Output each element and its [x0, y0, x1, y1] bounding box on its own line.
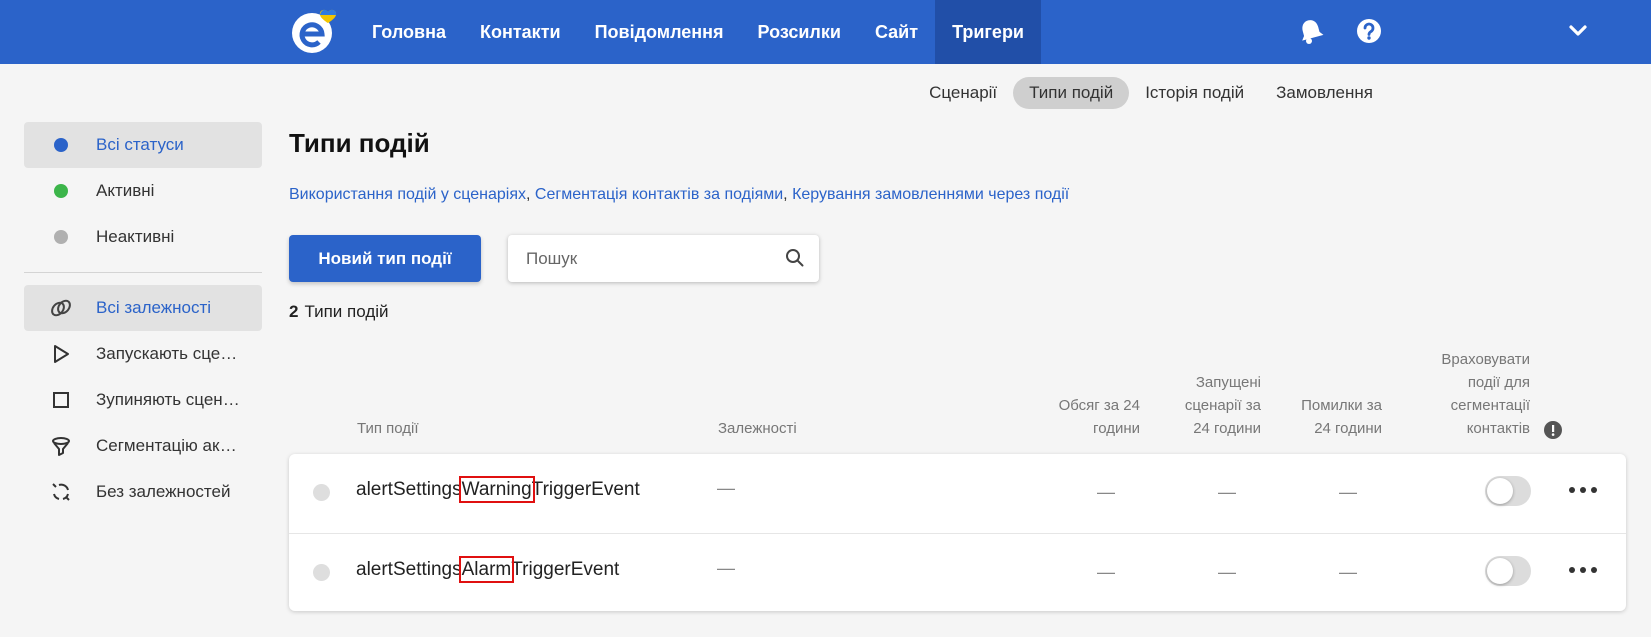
- search-icon[interactable]: [785, 248, 805, 268]
- highlighted-fragment: Warning: [458, 476, 535, 503]
- column-header-launched: Запущені сценарії за 24 години: [1184, 374, 1261, 437]
- sidebar-item-all-dependencies[interactable]: Всі залежності: [24, 285, 262, 331]
- stop-icon: [49, 388, 73, 412]
- column-header-dependencies: Залежності: [718, 420, 797, 437]
- sidebar-divider: [24, 272, 262, 273]
- event-type-name[interactable]: alertSettingsWarningTriggerEvent: [356, 476, 640, 503]
- status-dot-blue-icon: [49, 133, 73, 157]
- sub-tabs: Сценарії Типи подій Історія подій Замовл…: [913, 77, 1389, 109]
- search-box: [508, 235, 819, 282]
- status-dot-green-icon: [49, 179, 73, 203]
- results-count-number: 2: [289, 302, 299, 321]
- link-segmentation-by-events[interactable]: Сегментація контактів за подіями: [535, 186, 783, 203]
- nav-item-messages[interactable]: Повідомлення: [578, 0, 741, 64]
- status-dot-gray-icon: [49, 225, 73, 249]
- status-indicator: [313, 564, 330, 581]
- broken-link-icon: [49, 480, 73, 504]
- nav-item-campaigns[interactable]: Розсилки: [741, 0, 858, 64]
- launched-value: —: [1218, 562, 1236, 582]
- errors-value: —: [1339, 482, 1357, 502]
- main-nav: Головна Контакти Повідомлення Розсилки С…: [355, 0, 1042, 64]
- launched-value: —: [1218, 482, 1236, 502]
- tab-event-history[interactable]: Історія подій: [1129, 77, 1260, 109]
- nav-item-triggers[interactable]: Тригери: [935, 0, 1042, 64]
- filter-icon: [49, 434, 73, 458]
- link-separator: ,: [783, 186, 788, 203]
- status-indicator: [313, 484, 330, 501]
- errors-value: —: [1339, 562, 1357, 582]
- sidebar-item-launch-scenarios[interactable]: Запускають сценарії: [24, 331, 262, 377]
- top-navigation-bar: Головна Контакти Повідомлення Розсилки С…: [0, 0, 1651, 64]
- segmentation-toggle[interactable]: [1485, 476, 1531, 506]
- column-header-errors: Помилки за 24 години: [1301, 397, 1382, 437]
- sidebar-item-active[interactable]: Активні: [24, 168, 262, 214]
- column-header-segmentation: Враховувати події для сегментації контак…: [1441, 351, 1530, 437]
- info-icon[interactable]: [1543, 420, 1563, 440]
- nav-item-home[interactable]: Головна: [355, 0, 463, 64]
- sidebar-item-all-statuses[interactable]: Всі статуси: [24, 122, 262, 168]
- bell-icon[interactable]: [1296, 16, 1326, 46]
- link-events-in-scenarios[interactable]: Використання подій у сценаріях: [289, 186, 526, 203]
- segmentation-toggle[interactable]: [1485, 556, 1531, 586]
- nav-item-site[interactable]: Сайт: [858, 0, 935, 64]
- help-links: Використання подій у сценаріях, Сегмента…: [289, 186, 1069, 204]
- tab-scenarios[interactable]: Сценарії: [913, 77, 1013, 109]
- sidebar-item-segmentation[interactable]: Сегментацію акаунта: [24, 423, 262, 469]
- toggle-knob: [1487, 558, 1513, 584]
- more-options-icon[interactable]: [1569, 480, 1597, 500]
- link-separator: ,: [526, 186, 531, 203]
- volume-value: —: [1097, 482, 1115, 502]
- help-icon[interactable]: [1354, 16, 1384, 46]
- event-type-name[interactable]: alertSettingsAlarmTriggerEvent: [356, 556, 619, 583]
- column-header-type: Тип події: [357, 420, 419, 437]
- tab-orders[interactable]: Замовлення: [1260, 77, 1389, 109]
- table-row[interactable]: alertSettingsWarningTriggerEvent — — — —: [289, 454, 1626, 532]
- highlighted-fragment: Alarm: [458, 556, 515, 583]
- dependencies-value: —: [717, 558, 735, 578]
- more-options-icon[interactable]: [1569, 560, 1597, 580]
- sidebar-item-inactive[interactable]: Неактивні: [24, 214, 262, 260]
- sidebar: Всі статуси Активні Неактивні Всі залежн…: [24, 122, 262, 515]
- table-row[interactable]: alertSettingsAlarmTriggerEvent — — — —: [289, 533, 1626, 611]
- new-event-type-button[interactable]: Новий тип події: [289, 235, 481, 282]
- search-input[interactable]: [526, 235, 776, 282]
- sidebar-item-stop-scenarios[interactable]: Зупиняють сценарії: [24, 377, 262, 423]
- results-count: 2 Типи подій: [289, 302, 389, 322]
- volume-value: —: [1097, 562, 1115, 582]
- esputnik-logo[interactable]: [288, 6, 352, 56]
- link-icon: [49, 296, 73, 320]
- results-count-label: Типи подій: [304, 302, 389, 321]
- event-types-table: alertSettingsWarningTriggerEvent — — — —…: [289, 454, 1626, 611]
- toggle-knob: [1487, 478, 1513, 504]
- page-title: Типи подій: [289, 128, 430, 158]
- dependencies-value: —: [717, 478, 735, 498]
- link-orders-via-events[interactable]: Керування замовленнями через події: [792, 186, 1069, 203]
- column-header-volume: Обсяг за 24 години: [1058, 397, 1140, 437]
- nav-item-contacts[interactable]: Контакти: [463, 0, 578, 64]
- sidebar-item-no-dependencies[interactable]: Без залежностей: [24, 469, 262, 515]
- play-icon: [49, 342, 73, 366]
- tab-event-types[interactable]: Типи подій: [1013, 77, 1130, 109]
- chevron-down-icon[interactable]: [1563, 16, 1593, 46]
